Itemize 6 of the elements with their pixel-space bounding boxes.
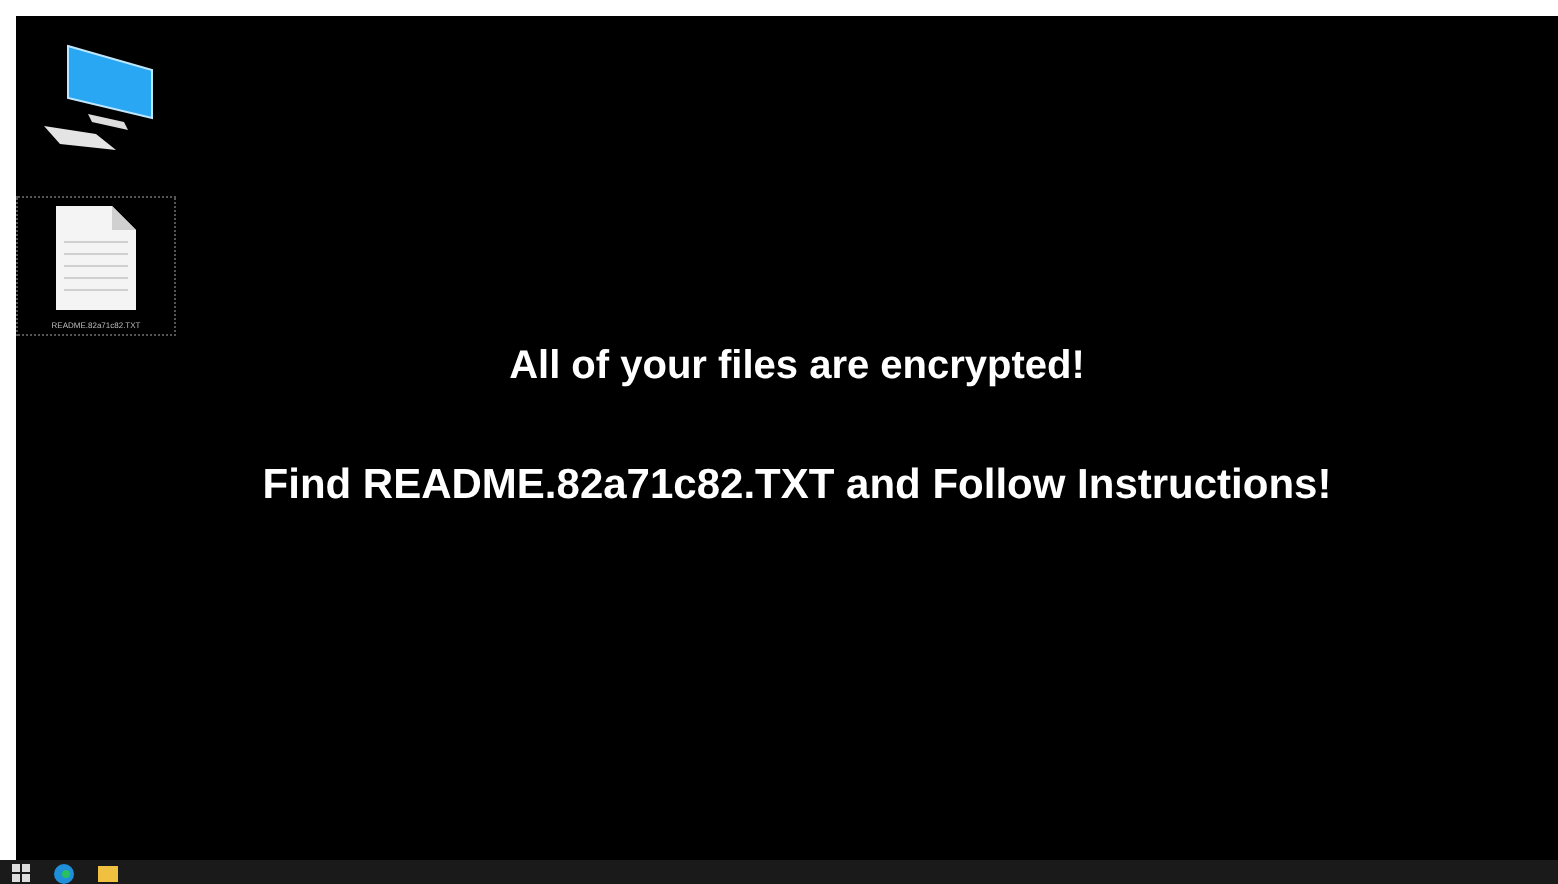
ransom-message: Find README.82a71c82.TXT and Follow Instructions!	[262, 462, 1332, 510]
document-icon[interactable]	[52, 202, 140, 314]
folder-icon[interactable]	[98, 864, 118, 882]
browser-icon[interactable]	[54, 864, 74, 884]
windows-icon[interactable]	[12, 864, 30, 882]
ransom-message: All of your files are encrypted!	[509, 344, 1085, 390]
